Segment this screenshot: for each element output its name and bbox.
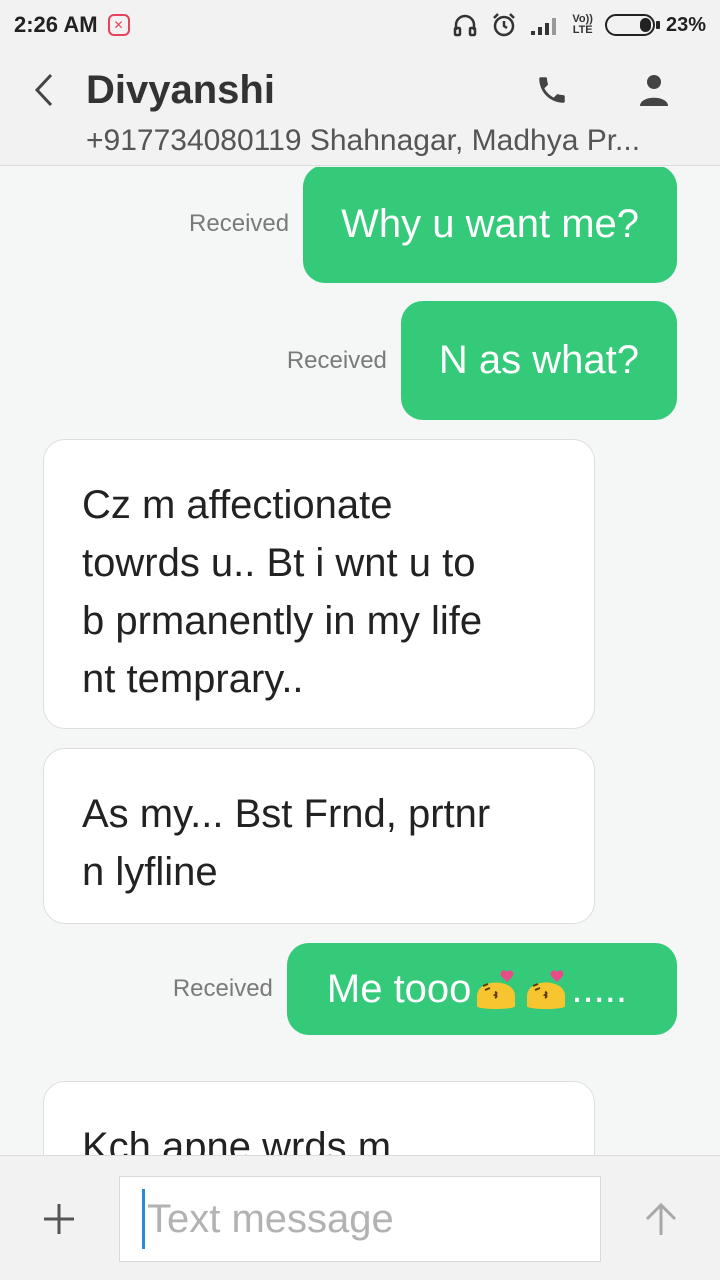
conversation-header: Divyanshi +917734080119 Shahnagar, Madhy… bbox=[0, 50, 720, 166]
headset-icon bbox=[452, 12, 478, 38]
delivery-status: Received bbox=[189, 210, 290, 237]
message-line: n lyfline bbox=[82, 850, 218, 894]
sent-bubble[interactable]: N as what? bbox=[400, 301, 677, 420]
composer-bar bbox=[0, 1155, 720, 1280]
arrow-up-icon bbox=[645, 1202, 677, 1235]
message-text: Why u want me? bbox=[341, 201, 639, 246]
delivery-status: Received bbox=[286, 346, 387, 374]
call-button[interactable] bbox=[530, 68, 574, 112]
message-input[interactable] bbox=[147, 1196, 567, 1242]
battery-percent: 23% bbox=[665, 13, 706, 36]
send-button[interactable] bbox=[638, 1196, 684, 1242]
battery-icon: 23% bbox=[604, 13, 706, 37]
message-line: b prmanently in my life bbox=[82, 599, 483, 643]
status-time: 2:26 AM bbox=[14, 12, 98, 37]
received-bubble[interactable]: Cz m affectionate towrds u.. Bt i wnt u … bbox=[43, 439, 595, 729]
text-cursor bbox=[142, 1189, 145, 1249]
attach-button[interactable] bbox=[36, 1196, 82, 1242]
contact-name[interactable]: Divyanshi bbox=[86, 68, 275, 113]
status-icons: Vo)) LTE 23% bbox=[452, 12, 706, 38]
back-button[interactable] bbox=[26, 70, 62, 110]
volte-bottom-label: LTE bbox=[572, 24, 593, 36]
contact-info-button[interactable] bbox=[632, 68, 676, 112]
message-line: As my... Bst Frnd, prtnr bbox=[82, 792, 491, 836]
sent-bubble[interactable]: Why u want me? bbox=[303, 167, 677, 283]
volte-icon: Vo)) LTE bbox=[572, 14, 593, 36]
message-line: towrds u.. Bt i wnt u to bbox=[82, 541, 476, 585]
message-text: N as what? bbox=[438, 338, 639, 382]
chevron-left-icon bbox=[34, 73, 53, 107]
battery-tip bbox=[655, 21, 660, 29]
notification-app-icon: ✕ bbox=[107, 14, 130, 36]
status-bar: 2:26 AM ✕ Vo)) LTE 23% bbox=[0, 0, 720, 50]
sent-message: Received N as what? bbox=[287, 301, 677, 420]
contact-details: +917734080119 Shahnagar, Madhya Pr... bbox=[86, 124, 641, 157]
battery-body bbox=[604, 14, 655, 36]
delivery-status: Received bbox=[172, 975, 273, 1002]
received-bubble[interactable]: As my... Bst Frnd, prtnr n lyfline bbox=[43, 748, 595, 924]
plus-icon bbox=[44, 1204, 74, 1234]
sent-message: Received Me tooo ..... bbox=[173, 943, 677, 1035]
signal-icon bbox=[530, 12, 560, 38]
message-line: Kch apne wrds m bbox=[82, 1125, 392, 1155]
message-line: Cz m affectionate bbox=[82, 483, 393, 527]
message-text: Me tooo bbox=[326, 966, 472, 1011]
message-text-suffix: ..... bbox=[571, 966, 627, 1011]
battery-fill bbox=[640, 18, 651, 32]
alarm-icon bbox=[490, 12, 518, 38]
received-bubble[interactable]: Kch apne wrds m bbox=[43, 1081, 595, 1155]
sent-bubble[interactable]: Me tooo ..... bbox=[286, 943, 677, 1035]
kissing-heart-emoji-icon bbox=[527, 970, 566, 1009]
message-input-container[interactable] bbox=[119, 1176, 601, 1262]
phone-icon bbox=[539, 77, 565, 103]
sent-message: Received Why u want me? bbox=[189, 167, 677, 283]
message-list[interactable]: Received Why u want me? Received N as wh… bbox=[0, 167, 720, 1155]
person-icon bbox=[640, 75, 668, 106]
message-line: nt temprary.. bbox=[82, 657, 304, 701]
kissing-heart-emoji-icon bbox=[477, 970, 516, 1009]
